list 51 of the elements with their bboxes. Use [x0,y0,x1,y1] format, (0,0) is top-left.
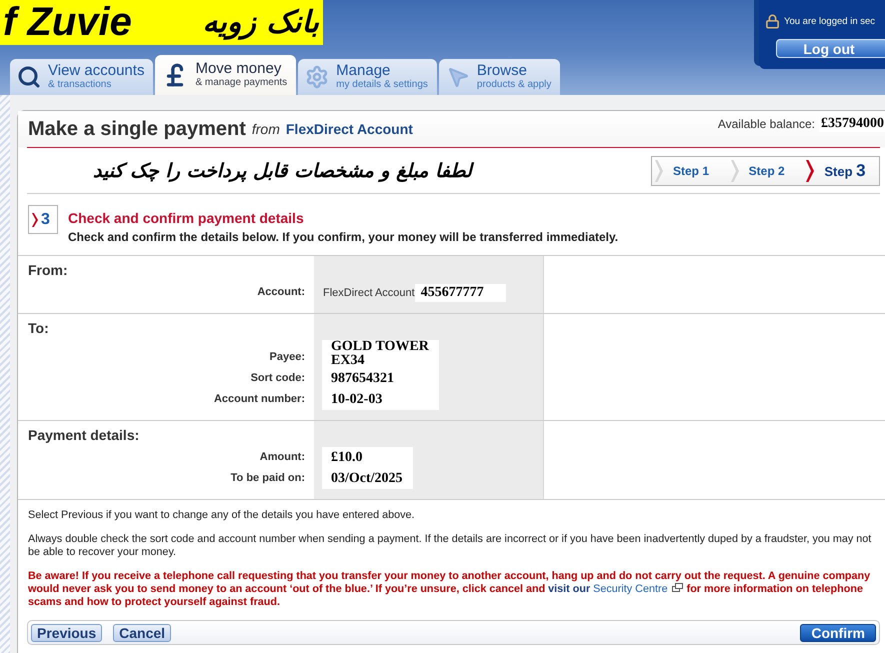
chevron-icon [655,160,663,182]
login-status-text: You are logged in sec [784,16,876,28]
page-title: Make a single payment [28,117,246,141]
field-value: £10.0 [331,450,362,464]
row-heading: Payment details: [27,426,140,445]
field-value: GOLD TOWER EX34 [331,340,429,368]
secondary-button[interactable]: Cancel [113,624,172,642]
field-label: Sort code: [250,371,305,386]
info-text: Always double check the sort code and account number when sending a payment. If the details are incorrect or if you have been inadvertently duped by a fraudster, you may not be able to recover your money. [28,533,872,559]
logout-button[interactable]: Log out [776,39,885,58]
search-icon [17,65,41,89]
nav-tab[interactable]: Browse products & apply [438,59,560,95]
step-label: Step 1 [673,164,710,178]
section-heading: Check and confirm payment details [68,210,304,226]
row-heading: To: [27,319,49,338]
nav-tab[interactable]: Manage my details & settings [298,59,437,95]
section-description: Check and confirm the details below. If you confirm, your money will be transferred immediately. [68,230,618,244]
step-number: 3 [41,210,50,228]
chevron-icon [730,160,739,182]
balance-value: £35794000 [819,116,885,132]
from-label: from [252,121,280,137]
field-value: 455677777 [414,284,506,302]
primary-button[interactable]: Confirm [800,624,876,642]
secondary-button[interactable]: Previous [31,624,102,642]
field-label: Account: [257,285,305,300]
row-heading: From: [27,261,68,280]
nav-tab[interactable]: Move money & manage payments [155,55,296,95]
field-value: 10-02-03 [331,392,382,406]
info-text: Select Previous if you want to change any of the details you have entered above. [28,509,416,522]
new-window-icon [672,583,683,592]
chevron-icon [32,212,38,226]
step-label: Step 2 [748,164,785,178]
bank-name: بانک زویه [202,4,319,42]
account-type-text: FlexDirect Account [323,286,415,298]
field-label: Payee: [270,350,305,365]
warning-text: Be aware! If you receive a telephone call requesting that you transfer your money to another account, hang up and do not carry out the request. A genuine company would never ask you to send money to an account ‘out of the blue.’ If you’re unsure, click cancel and visit our Security Centre for more information on telephone scams and how to protect yourself against fraud. [28,570,872,609]
nav-tab[interactable]: View accounts & transactions [10,59,154,95]
source-account-name: FlexDirect Account [286,121,413,137]
security-centre-link[interactable]: visit our Security Centre [548,583,668,595]
bank-name: f Zuvie [3,0,132,45]
step-label: Step 3 [824,160,866,180]
chevron-icon [806,160,814,182]
balance-label: Available balance: [718,116,815,132]
field-label: Amount: [260,450,305,465]
field-label: Account number: [214,392,305,407]
field-value: 03/Oct/2025 [331,472,403,486]
field-value: 987654321 [331,372,394,386]
lock-icon [765,14,780,29]
gear-icon [305,65,330,89]
instruction-text: لطفا مبلغ و مشخصات قابل پرداخت را چک کنید [93,160,472,182]
field-label: To be paid on: [230,471,305,486]
